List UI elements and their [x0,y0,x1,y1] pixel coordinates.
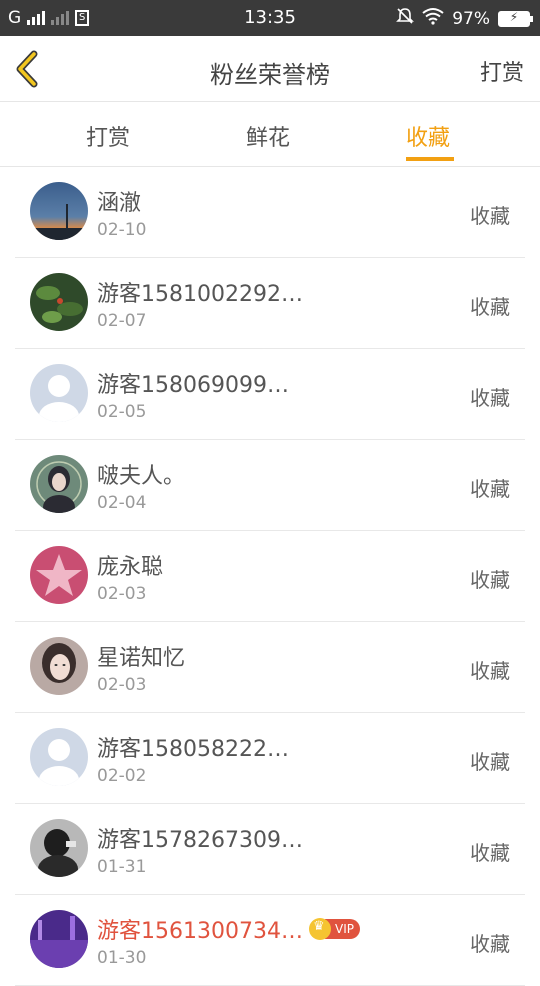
user-date: 02-04 [97,493,147,513]
user-date: 02-05 [97,402,147,422]
user-date: 02-03 [97,584,147,604]
user-name: 游客158069099… [97,373,289,398]
user-date: 02-07 [97,311,147,331]
tab-reward[interactable]: 打赏 [86,120,130,152]
wifi-icon [422,7,444,30]
user-date: 02-03 [97,675,147,695]
row-action-label: 收藏 [470,295,510,319]
user-name: 星诺知忆 [97,646,186,671]
list-item[interactable]: 游客1561300734…VIP 01-30 收藏 [15,895,525,986]
vip-badge: VIP [308,918,360,940]
user-date: 01-31 [97,857,147,877]
row-action-label: 收藏 [470,204,510,228]
list-item[interactable]: 游客158058222… 02-02 收藏 [15,713,525,804]
nav-bar: 粉丝荣誉榜 打赏 [0,36,540,102]
user-name: 庞永聪 [97,555,164,580]
row-action-label: 收藏 [470,477,510,501]
active-tab-indicator [406,157,454,161]
row-action-label: 收藏 [470,386,510,410]
dark-avatar [30,819,88,877]
user-name: 涵澈 [97,191,142,216]
user-date: 02-10 [97,220,147,240]
list-item[interactable]: 游客158069099… 02-05 收藏 [15,349,525,440]
user-date: 02-02 [97,766,147,786]
list-item[interactable]: 庞永聪 02-03 收藏 [15,531,525,622]
default-avatar [30,728,88,786]
row-action-label: 收藏 [470,659,510,683]
default-avatar [30,364,88,422]
fan-list: 涵澈 02-10 收藏 游客1581002292… 02-07 收藏 游客158… [0,167,540,986]
crown-icon [308,918,331,940]
row-action-label: 收藏 [470,568,510,592]
mute-icon [396,7,415,30]
list-item[interactable]: 星诺知忆 02-03 收藏 [15,622,525,713]
status-right: 97% ⚡ [396,7,533,30]
list-item[interactable]: 游客1581002292… 02-07 收藏 [15,258,525,349]
status-bar: G S 13:35 97% ⚡ [0,0,540,36]
leaf-avatar [30,273,88,331]
page-title: 粉丝荣誉榜 [210,61,330,89]
tab-favorites[interactable]: 收藏 [406,120,450,152]
list-item[interactable]: 啵夫人。 02-04 收藏 [15,440,525,531]
user-name: 游客1561300734… [97,919,303,944]
user-name: 游客1581002292… [97,282,303,307]
row-action-label: 收藏 [470,750,510,774]
row-action-label: 收藏 [470,932,510,956]
list-item[interactable]: 涵澈 02-10 收藏 [15,167,525,258]
star-avatar [30,546,88,604]
list-item[interactable]: 游客1578267309… 01-31 收藏 [15,804,525,895]
sunset-avatar [30,182,88,240]
tab-flowers[interactable]: 鲜花 [246,120,290,152]
tab-bar: 打赏 鲜花 收藏 [0,102,540,167]
user-name-vip: 游客1561300734…VIP [97,913,360,945]
portrait-avatar [30,637,88,695]
purple-avatar [30,910,88,968]
user-name: 游客1578267309… [97,828,303,853]
battery-icon: ⚡ [498,10,533,27]
row-action-label: 收藏 [470,841,510,865]
battery-percent: 97% [452,8,490,29]
user-name: 游客158058222… [97,737,289,762]
user-date: 01-30 [97,948,147,968]
reward-button[interactable]: 打赏 [480,55,524,87]
user-name: 啵夫人。 [97,464,186,489]
girl-avatar [30,455,88,513]
